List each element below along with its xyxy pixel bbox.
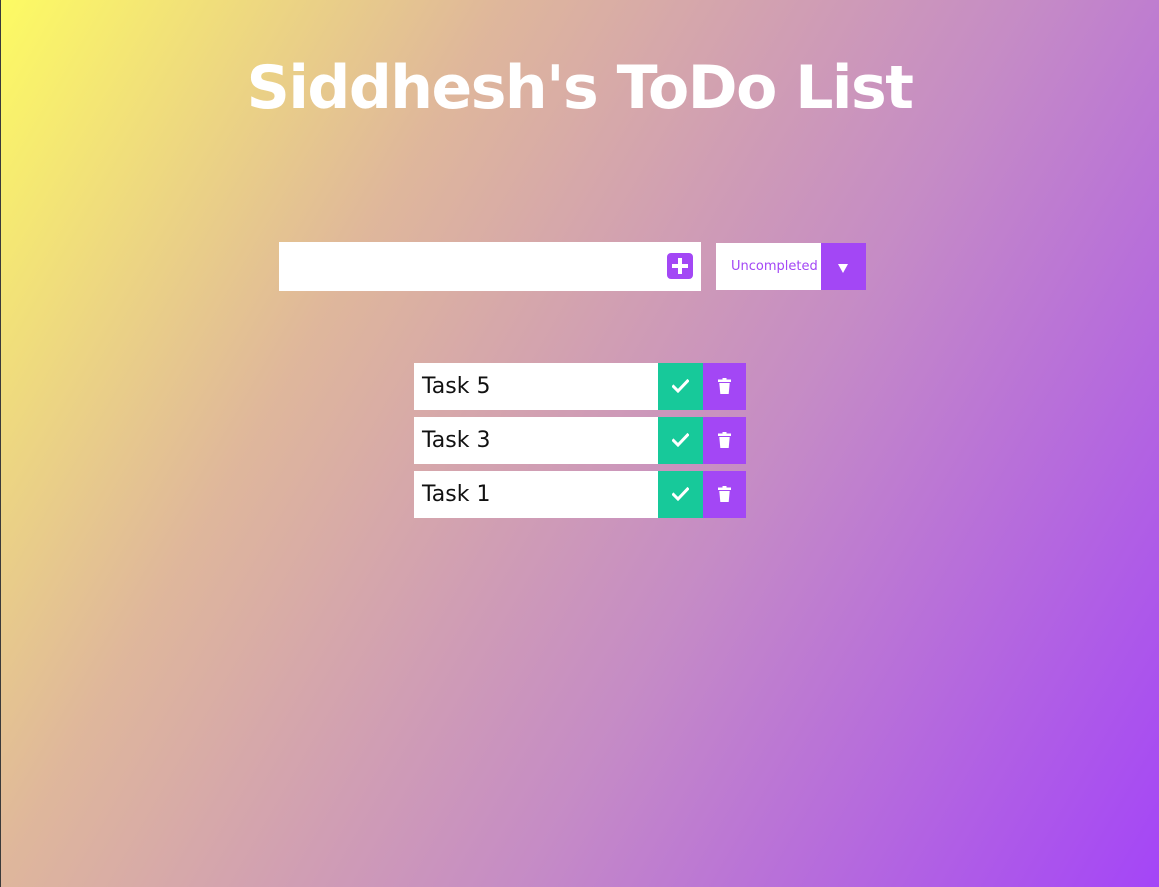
todo-text: Task 3	[422, 428, 491, 453]
complete-button[interactable]	[658, 471, 703, 518]
todo-item: Task 1	[414, 471, 746, 518]
check-icon	[672, 487, 689, 501]
filter-select[interactable]: Uncompleted	[716, 243, 866, 290]
add-todo-button[interactable]	[667, 253, 693, 279]
todo-input-container	[279, 242, 701, 291]
delete-button[interactable]	[703, 363, 746, 410]
trash-icon	[718, 486, 731, 502]
todo-list: Task 5 Task 3 Task 1	[414, 363, 746, 525]
delete-button[interactable]	[703, 417, 746, 464]
todo-item: Task 3	[414, 417, 746, 464]
todo-item: Task 5	[414, 363, 746, 410]
triangle-down-icon	[838, 264, 848, 273]
check-icon	[672, 433, 689, 447]
complete-button[interactable]	[658, 417, 703, 464]
page-title: Siddhesh's ToDo List	[246, 53, 914, 123]
delete-button[interactable]	[703, 471, 746, 518]
check-icon	[672, 379, 689, 393]
todo-text: Task 5	[422, 374, 491, 399]
trash-icon	[718, 378, 731, 394]
complete-button[interactable]	[658, 363, 703, 410]
window-left-border	[0, 0, 1, 887]
filter-dropdown-button[interactable]	[821, 243, 866, 290]
trash-icon	[718, 432, 731, 448]
todo-text: Task 1	[422, 482, 491, 507]
todo-input[interactable]	[279, 242, 659, 291]
filter-selected-value: Uncompleted	[731, 259, 818, 274]
